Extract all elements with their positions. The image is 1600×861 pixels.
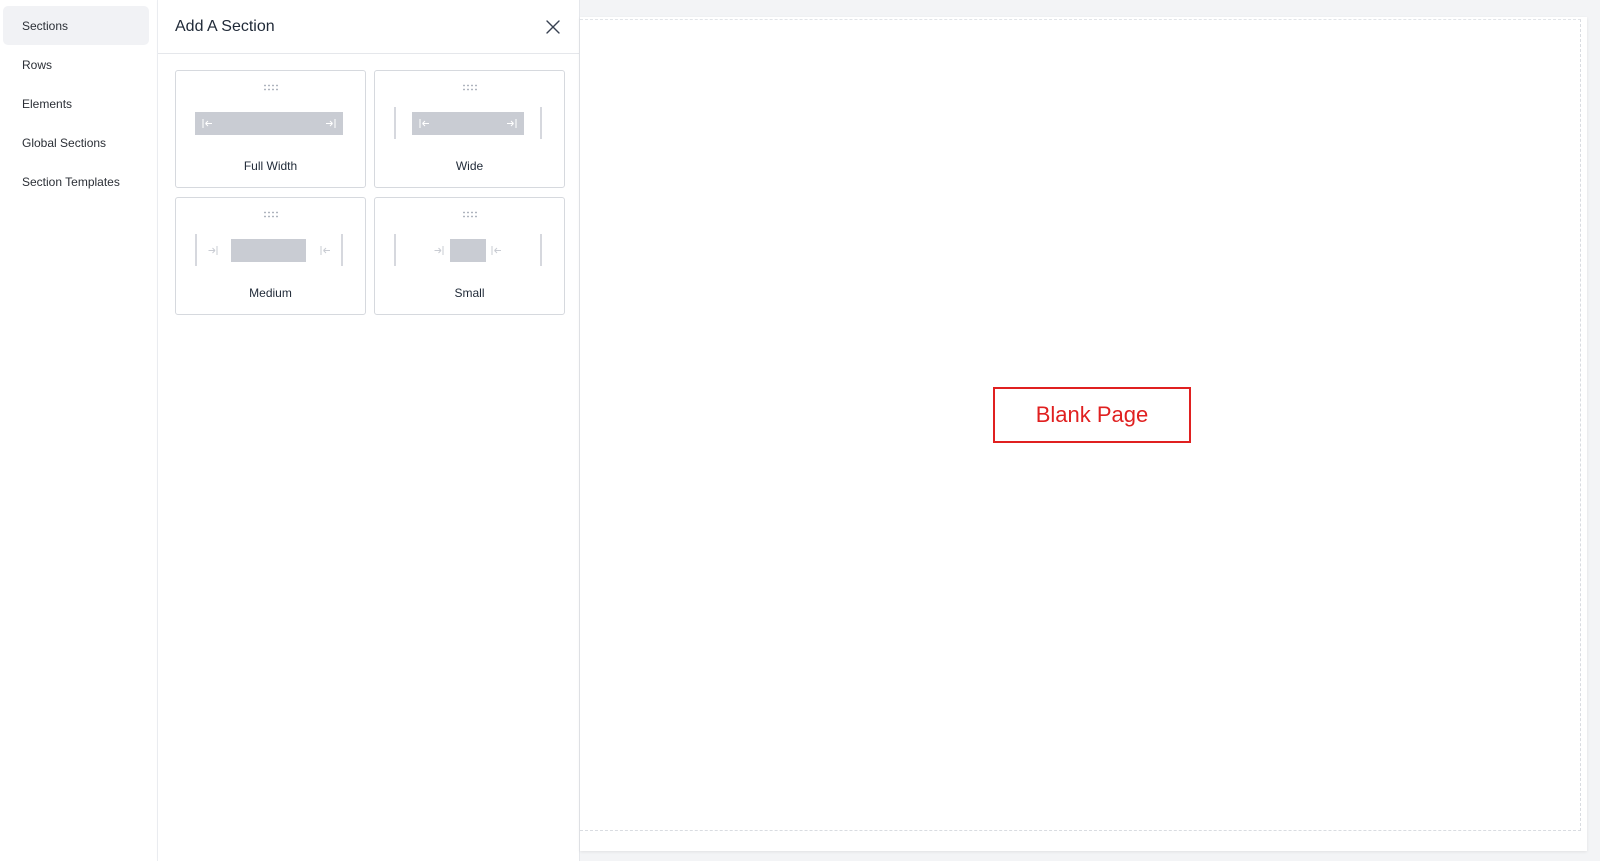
section-card-full-width[interactable]: Full Width [175,70,366,188]
close-button[interactable] [541,15,565,39]
drag-handle-icon [263,84,278,91]
page-canvas[interactable]: Blank Page [580,17,1587,851]
nav-item-sections[interactable]: Sections [3,6,149,45]
page-builder-app: Sections Rows Elements Global Sections S… [0,0,1600,861]
add-section-panel: Add A Section Full Width Wide Medium Sma… [158,0,580,861]
card-label: Wide [455,159,484,173]
nav-item-rows[interactable]: Rows [3,45,149,84]
section-card-wide[interactable]: Wide [374,70,565,188]
nav-item-label: Section Templates [22,174,120,189]
wide-layout-icon [394,107,542,139]
left-nav: Sections Rows Elements Global Sections S… [0,0,158,861]
full-width-layout-icon [195,112,343,135]
drag-handle-icon [263,211,278,218]
panel-title: Add A Section [175,17,275,35]
card-label: Medium [249,286,292,300]
card-label: Small [454,286,485,300]
section-card-small[interactable]: Small [374,197,565,315]
nav-item-elements[interactable]: Elements [3,84,149,123]
nav-item-section-templates[interactable]: Section Templates [3,162,149,201]
nav-item-label: Global Sections [22,135,107,150]
small-layout-icon [394,234,542,266]
blank-page-placeholder: Blank Page [993,387,1191,443]
section-layout-grid: Full Width Wide Medium Small [175,70,565,315]
section-card-medium[interactable]: Medium [175,197,366,315]
panel-header: Add A Section [158,0,579,54]
nav-item-label: Rows [22,57,53,72]
nav-item-label: Sections [22,18,69,33]
nav-item-global-sections[interactable]: Global Sections [3,123,149,162]
canvas-area: Blank Page [580,0,1600,861]
nav-item-label: Elements [22,96,73,111]
medium-layout-icon [195,234,343,266]
drag-handle-icon [462,211,477,218]
close-icon [546,19,560,34]
card-label: Full Width [243,159,298,173]
drag-handle-icon [462,84,477,91]
